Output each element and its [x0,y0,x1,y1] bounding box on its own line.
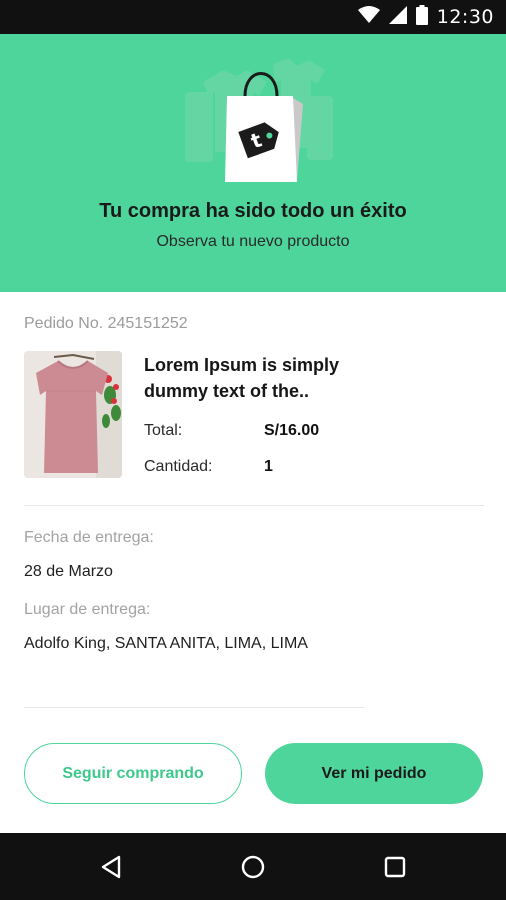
success-subtitle: Observa tu nuevo producto [156,233,350,250]
success-header: t Tu compra ha sido todo un éxito Observ… [0,34,506,292]
success-title: Tu compra ha sido todo un éxito [99,200,407,222]
view-order-button[interactable]: Ver mi pedido [265,743,483,804]
product-name: Lorem Ipsum is simply dummy text of the.… [144,355,340,401]
quantity-value: 1 [264,458,273,475]
product-image [24,351,122,478]
signal-icon [388,5,407,29]
total-label: Total: [144,422,183,439]
navigation-bar [0,833,506,900]
delivery-date-value: 28 de Marzo [24,563,113,580]
continue-shopping-button[interactable]: Seguir comprando [24,743,242,804]
shopping-bag-icon: t [185,52,335,188]
divider [24,707,364,708]
delivery-place-label: Lugar de entrega: [24,601,151,618]
recents-icon[interactable] [377,849,413,885]
total-value: S/16.00 [264,422,320,439]
battery-icon [415,4,428,30]
quantity-label: Cantidad: [144,458,213,475]
status-time: 12:30 [436,6,494,28]
delivery-date-label: Fecha de entrega: [24,529,154,546]
order-number: Pedido No. 245151252 [24,315,188,332]
status-icons: 12:30 [357,0,494,34]
back-icon[interactable] [94,849,130,885]
delivery-place-value: Adolfo King, SANTA ANITA, LIMA, LIMA [24,635,308,652]
home-icon[interactable] [235,849,271,885]
wifi-icon [357,5,380,29]
divider [24,505,484,506]
status-bar: 12:30 [0,0,506,34]
